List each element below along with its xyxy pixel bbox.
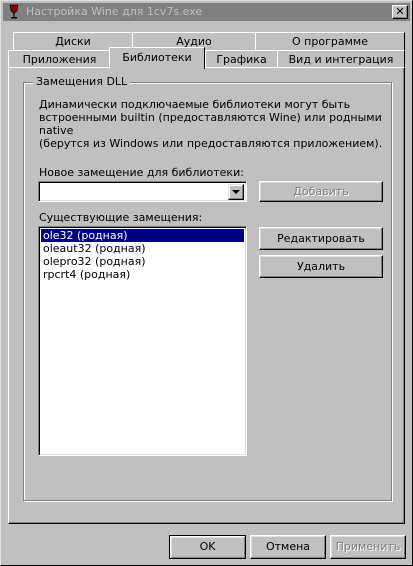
window-title: Настройка Wine для 1cv7s.exe [26, 5, 203, 18]
tab-label: О программе [292, 35, 368, 48]
tab-label: Вид и интеграция [288, 53, 394, 66]
list-item[interactable]: olepro32 (родная) [41, 255, 244, 268]
tab-label: Графика [216, 53, 267, 66]
chevron-down-icon[interactable] [228, 184, 244, 200]
cancel-button[interactable]: Отмена [250, 535, 326, 559]
remove-button[interactable]: Удалить [259, 255, 383, 278]
description-line: Динамически подключаемые библиотеки могу… [39, 98, 351, 111]
existing-overrides-label: Существующие замещения: [39, 211, 203, 224]
new-override-label: Новое замещение для библиотеки: [39, 166, 244, 179]
list-item[interactable]: oleaut32 (родная) [41, 242, 244, 255]
tab-label: Библиотеки [122, 51, 192, 64]
tab-about[interactable]: О программе [255, 32, 405, 51]
wine-glass-icon [9, 4, 19, 19]
edit-button-label: Редактировать [277, 232, 365, 245]
remove-button-label: Удалить [296, 260, 346, 273]
title-bar[interactable]: Настройка Wine для 1cv7s.exe ✕ [3, 3, 410, 21]
close-icon: ✕ [395, 5, 405, 18]
list-item[interactable]: rpcrt4 (родная) [41, 268, 244, 281]
apply-button[interactable]: Применить [330, 535, 406, 559]
description-line: (берутся из Windows или предоставляются … [39, 137, 383, 150]
tab-label: Приложения [22, 53, 97, 66]
wine-config-window: Настройка Wine для 1cv7s.exe ✕ Диски Ауд… [0, 0, 413, 566]
new-override-combobox[interactable] [38, 181, 247, 202]
close-button[interactable]: ✕ [392, 5, 408, 19]
tab-libraries[interactable]: Библиотеки [109, 47, 205, 69]
dll-description: Динамически подключаемые библиотеки могу… [39, 98, 389, 150]
cancel-button-label: Отмена [265, 540, 311, 553]
edit-button[interactable]: Редактировать [259, 227, 383, 250]
ok-button[interactable]: OK [169, 535, 246, 559]
ok-button-label: OK [199, 540, 216, 553]
apply-button-label: Применить [335, 540, 401, 553]
description-line: встроенными builtin (предоставляются Win… [39, 111, 382, 137]
tab-label: Диски [55, 35, 91, 48]
overrides-list[interactable]: ole32 (родная) oleaut32 (родная) olepro3… [38, 226, 247, 456]
add-button[interactable]: Добавить [259, 181, 383, 202]
group-title: Замещения DLL [33, 75, 131, 88]
list-item[interactable]: ole32 (родная) [41, 229, 244, 242]
add-button-label: Добавить [293, 185, 349, 198]
